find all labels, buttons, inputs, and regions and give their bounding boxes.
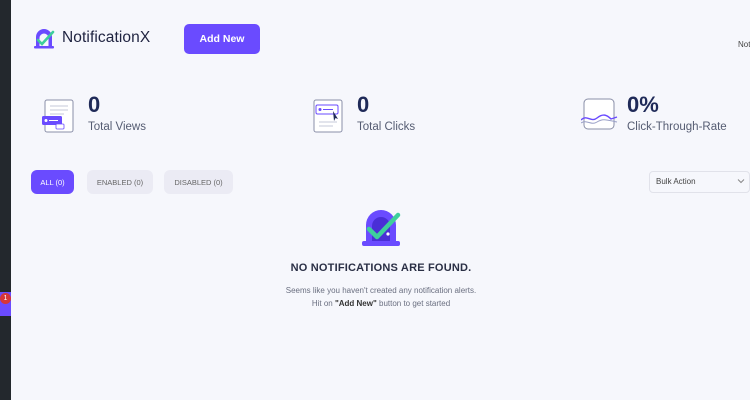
total-views-value: 0: [88, 92, 101, 117]
clicks-icon: [313, 99, 343, 133]
filter-tab-disabled[interactable]: DISABLED (0): [164, 170, 233, 194]
ctr-icon: [581, 98, 618, 130]
total-views-label: Total Views: [88, 121, 146, 133]
empty-line-2: Hit on "Add New" button to get started: [11, 297, 750, 310]
bulk-action-value: Bulk Action: [656, 177, 696, 186]
empty-line-2-post: button to get started: [376, 299, 451, 308]
total-clicks-value: 0: [357, 92, 370, 117]
main-content: NotificationX Add New Not 0 Total Views: [11, 0, 750, 400]
views-icon: [42, 99, 74, 133]
header-notice-text[interactable]: Not: [738, 40, 750, 49]
stat-ctr: 0% Click-Through-Rate: [581, 93, 727, 133]
admin-sidebar: [0, 0, 11, 400]
empty-line-2-pre: Hit on: [311, 299, 335, 308]
chevron-down-icon: [737, 179, 745, 184]
empty-description: Seems like you haven't created any notif…: [11, 284, 750, 310]
empty-title: NO NOTIFICATIONS ARE FOUND.: [290, 262, 472, 274]
bulk-action-select[interactable]: Bulk Action: [649, 171, 750, 193]
brand-logo: NotificationX: [32, 26, 150, 50]
empty-bell-check-icon: [362, 210, 401, 246]
ctr-label: Click-Through-Rate: [627, 121, 727, 133]
filter-tab-enabled[interactable]: ENABLED (0): [87, 170, 153, 194]
filter-tab-all[interactable]: ALL (0): [31, 170, 74, 194]
sidebar-active-item[interactable]: 1: [0, 292, 11, 316]
stat-total-clicks: 0 Total Clicks: [311, 93, 415, 133]
notification-count-badge: 1: [0, 293, 11, 304]
empty-line-2-bold: "Add New": [334, 299, 377, 308]
empty-line-1: Seems like you haven't created any notif…: [285, 286, 477, 295]
empty-state: NO NOTIFICATIONS ARE FOUND. Seems like y…: [11, 205, 750, 310]
notificationx-logo-icon: [34, 29, 55, 49]
brand-name: NotificationX: [62, 29, 151, 46]
add-new-button[interactable]: Add New: [184, 24, 260, 54]
ctr-value: 0%: [627, 92, 659, 117]
total-clicks-label: Total Clicks: [357, 121, 416, 133]
stat-total-views: 0 Total Views: [42, 93, 146, 133]
